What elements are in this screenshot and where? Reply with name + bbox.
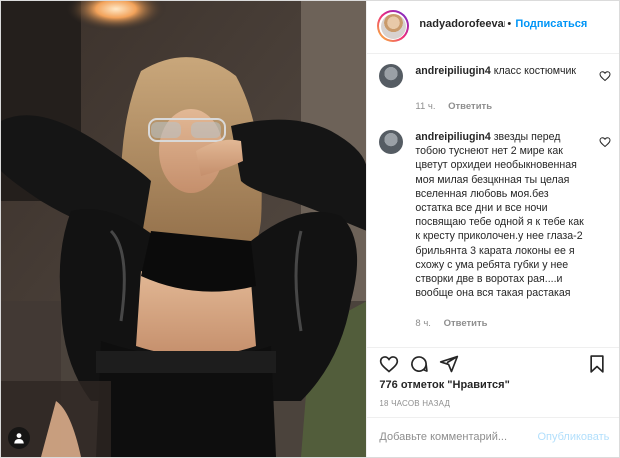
comment-body: andreipiliugin4 звезды перед тобою тусне… — [415, 130, 585, 300]
commenter-avatar[interactable] — [379, 64, 404, 88]
reply-button[interactable]: Ответить — [448, 101, 492, 112]
comment-item: andreipiliugin4 звезды перед тобою тусне… — [379, 130, 611, 340]
heart-icon[interactable] — [379, 354, 399, 374]
tagged-user-icon[interactable] — [8, 427, 30, 449]
author-username[interactable]: nadyadorofeevana — [419, 18, 505, 30]
post-header: nadyadorofeevana • Подписаться — [367, 1, 620, 54]
publish-button[interactable]: Опубликовать — [537, 431, 609, 443]
comment-username[interactable]: andreipiliugin4 — [415, 65, 490, 77]
comment-meta: 8 ч. Ответить — [415, 318, 497, 329]
comment-username[interactable]: andreipiliugin4 — [415, 131, 490, 143]
reply-button[interactable]: Ответить — [444, 318, 488, 329]
comment-text: звезды перед тобою туснеют нет 2 мире ка… — [415, 131, 584, 300]
follow-button[interactable]: Подписаться — [515, 18, 587, 30]
comment-icon[interactable] — [409, 354, 429, 374]
post-actions — [367, 347, 620, 378]
like-comment-heart-icon[interactable] — [599, 136, 611, 148]
user-silhouette-icon — [14, 433, 24, 444]
likes-count[interactable]: 776 отметок "Нравится" — [379, 379, 509, 391]
comment-text: класс костюмчик — [493, 65, 577, 77]
author-avatar-image — [380, 13, 406, 39]
author-avatar-frame — [379, 12, 408, 40]
bookmark-icon[interactable] — [587, 354, 607, 374]
post-photo[interactable] — [1, 1, 367, 457]
comment-meta: 11 ч. Ответить — [415, 101, 502, 112]
post-dialog: nadyadorofeevana • Подписаться andreipil… — [0, 0, 620, 458]
comment-input[interactable] — [379, 431, 530, 443]
post-timestamp[interactable]: 18 ЧАСОВ НАЗАД — [379, 399, 450, 408]
like-comment-heart-icon[interactable] — [599, 70, 611, 82]
separator-dot: • — [507, 18, 512, 30]
comment-time[interactable]: 8 ч. — [415, 318, 431, 329]
comment-body: andreipiliugin4 класс костюмчик — [415, 64, 585, 78]
post-sidebar: nadyadorofeevana • Подписаться andreipil… — [366, 1, 620, 458]
commenter-avatar[interactable] — [379, 130, 404, 154]
photo-illustration — [1, 1, 367, 457]
author-avatar[interactable] — [377, 10, 410, 42]
add-comment-bar: Опубликовать — [367, 417, 620, 458]
comments-list[interactable]: andreipiliugin4 класс костюмчик 11 ч. От… — [367, 54, 619, 346]
share-icon[interactable] — [439, 354, 459, 374]
comment-item: andreipiliugin4 класс костюмчик 11 ч. От… — [379, 64, 611, 124]
comment-time[interactable]: 11 ч. — [415, 101, 435, 112]
